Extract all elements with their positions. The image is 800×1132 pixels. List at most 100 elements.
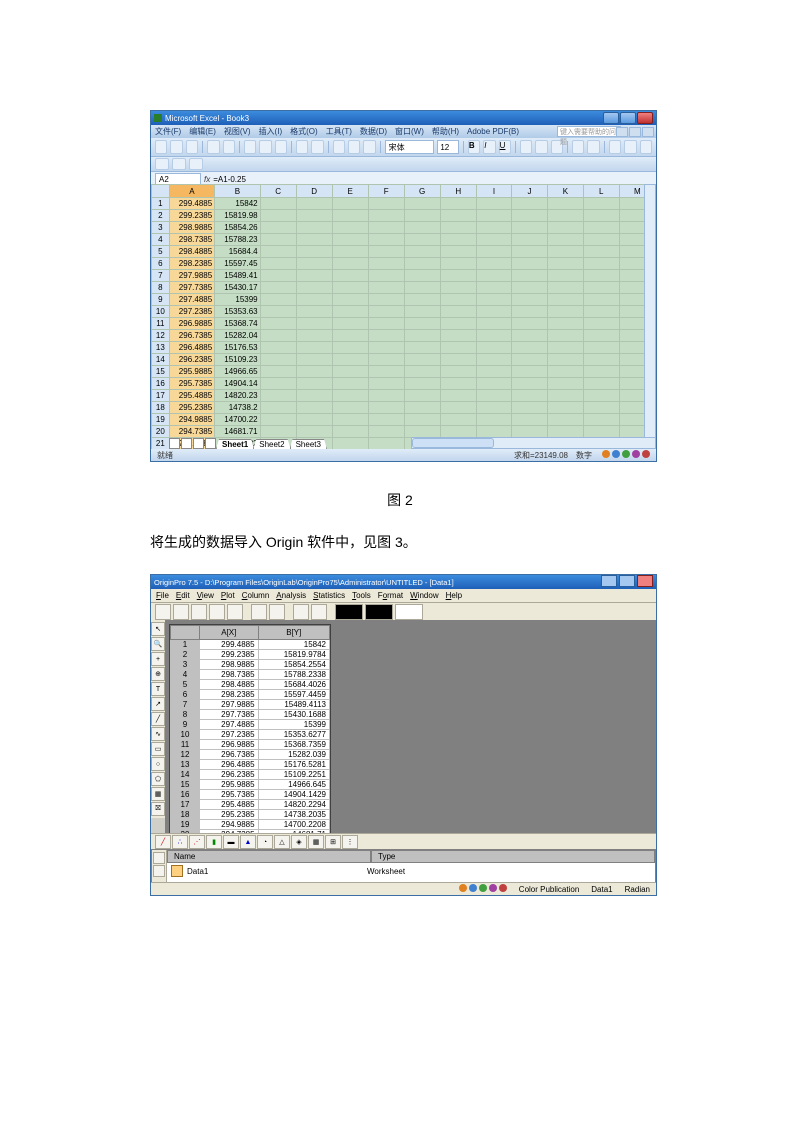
row-header[interactable]: 14 <box>171 770 200 780</box>
cell[interactable] <box>368 318 404 330</box>
cell[interactable] <box>583 306 619 318</box>
cell[interactable] <box>583 354 619 366</box>
arrow-tool-icon[interactable]: ↗ <box>151 697 165 711</box>
tab-nav-prev-icon[interactable] <box>181 438 192 449</box>
cell[interactable] <box>440 222 476 234</box>
cell[interactable] <box>583 234 619 246</box>
cell[interactable] <box>332 306 368 318</box>
cell[interactable]: 296.7385 <box>169 330 214 342</box>
cell[interactable]: 295.7385 <box>169 378 214 390</box>
print-icon[interactable] <box>269 604 285 620</box>
curve-tool-icon[interactable]: ∿ <box>151 727 165 741</box>
cell[interactable] <box>476 234 511 246</box>
pie-plot-icon[interactable]: ◔ <box>257 835 273 849</box>
box-plot-icon[interactable]: ⊞ <box>325 835 341 849</box>
cell[interactable] <box>296 426 332 438</box>
row-header[interactable]: 12 <box>152 330 170 342</box>
cell[interactable] <box>260 258 296 270</box>
cell[interactable] <box>404 222 440 234</box>
minimize-button[interactable] <box>603 112 619 124</box>
cell[interactable] <box>296 354 332 366</box>
new-worksheet-icon[interactable] <box>173 604 189 620</box>
open-icon[interactable] <box>170 140 182 154</box>
cell[interactable] <box>440 306 476 318</box>
cell[interactable] <box>332 438 368 450</box>
cell[interactable] <box>512 342 548 354</box>
cell[interactable] <box>368 234 404 246</box>
explorer-item-name[interactable]: Data1 <box>187 867 363 876</box>
row-header[interactable]: 10 <box>171 730 200 740</box>
menu-view[interactable]: 视图(V) <box>224 126 251 137</box>
cell[interactable] <box>476 330 511 342</box>
cell[interactable]: 15684.4026 <box>258 680 329 690</box>
cell[interactable] <box>583 402 619 414</box>
sheet-tab-3[interactable]: Sheet3 <box>290 439 327 449</box>
cell[interactable]: 15819.98 <box>215 210 260 222</box>
column-header[interactable]: B <box>215 185 260 198</box>
cell[interactable] <box>512 234 548 246</box>
tab-nav-first-icon[interactable] <box>169 438 180 449</box>
cell[interactable] <box>440 414 476 426</box>
cell[interactable] <box>368 366 404 378</box>
cell[interactable] <box>296 390 332 402</box>
mdi-minimize-button[interactable] <box>616 127 628 137</box>
horizontal-scrollbar[interactable] <box>411 437 656 449</box>
line-color-picker[interactable] <box>335 604 363 620</box>
row-header[interactable]: 15 <box>171 780 200 790</box>
menu-edit[interactable]: 编辑(E) <box>189 126 216 137</box>
cell[interactable] <box>368 246 404 258</box>
cell[interactable] <box>512 402 548 414</box>
cell[interactable] <box>512 294 548 306</box>
cell[interactable] <box>368 306 404 318</box>
cell[interactable]: 294.9885 <box>169 414 214 426</box>
cell[interactable] <box>440 234 476 246</box>
cell[interactable] <box>476 222 511 234</box>
row-header[interactable]: 11 <box>152 318 170 330</box>
autosum-icon[interactable] <box>333 140 345 154</box>
cell[interactable] <box>260 342 296 354</box>
column-header-a[interactable]: A[X] <box>200 626 259 640</box>
menu-file[interactable]: 文件(F) <box>155 126 181 137</box>
cell[interactable] <box>296 198 332 210</box>
new-graph-icon[interactable] <box>191 604 207 620</box>
menu-analysis[interactable]: Analysis <box>276 591 306 600</box>
cell[interactable] <box>296 342 332 354</box>
cell[interactable] <box>512 378 548 390</box>
cell[interactable] <box>260 378 296 390</box>
cell[interactable] <box>440 270 476 282</box>
cell[interactable] <box>296 246 332 258</box>
cell[interactable] <box>583 198 619 210</box>
cell[interactable] <box>440 390 476 402</box>
cell[interactable] <box>260 402 296 414</box>
explorer-name-header[interactable]: Name <box>167 850 371 863</box>
font-size-select[interactable]: 12 <box>437 140 459 154</box>
cell[interactable]: 295.2385 <box>169 402 214 414</box>
cell[interactable]: 294.9885 <box>200 820 259 830</box>
cell[interactable] <box>583 246 619 258</box>
cell[interactable] <box>332 378 368 390</box>
borders-icon[interactable] <box>609 140 621 154</box>
cell[interactable] <box>260 390 296 402</box>
tab-nav-last-icon[interactable] <box>205 438 216 449</box>
new-project-icon[interactable] <box>155 604 171 620</box>
cell[interactable]: 15399 <box>215 294 260 306</box>
3d-plot-icon[interactable]: △ <box>274 835 290 849</box>
row-header[interactable]: 1 <box>152 198 170 210</box>
project-explorer[interactable]: Name Type Data1 Worksheet <box>151 849 656 883</box>
redo-icon[interactable] <box>311 140 323 154</box>
cell[interactable] <box>547 222 583 234</box>
menu-statistics[interactable]: Statistics <box>313 591 345 600</box>
cell[interactable] <box>296 222 332 234</box>
cell[interactable] <box>547 426 583 438</box>
cell[interactable] <box>260 366 296 378</box>
cell[interactable] <box>547 402 583 414</box>
polygon-tool-icon[interactable]: ⬠ <box>151 772 165 786</box>
cell[interactable] <box>476 378 511 390</box>
row-header[interactable]: 14 <box>152 354 170 366</box>
menu-adobe-pdf[interactable]: Adobe PDF(B) <box>467 127 519 136</box>
row-header[interactable]: 16 <box>171 790 200 800</box>
row-header[interactable]: 2 <box>152 210 170 222</box>
cell[interactable] <box>476 210 511 222</box>
cell[interactable] <box>296 210 332 222</box>
cell[interactable] <box>368 378 404 390</box>
